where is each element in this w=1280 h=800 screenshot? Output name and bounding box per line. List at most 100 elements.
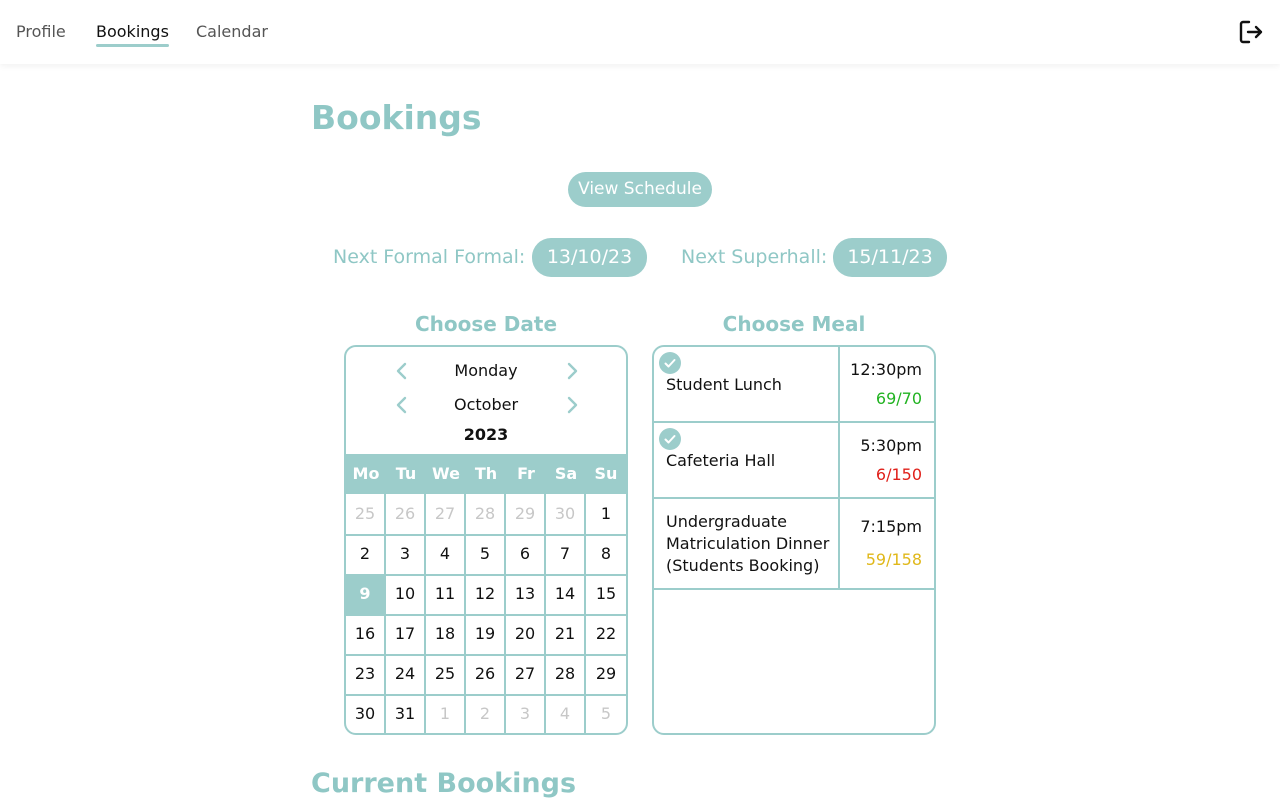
calendar-day[interactable]: 26 xyxy=(466,654,506,696)
calendar-day[interactable]: 30 xyxy=(546,494,586,536)
meal-time: 12:30pm xyxy=(850,360,922,379)
meal-capacity: 69/70 xyxy=(875,389,922,408)
tab-bookings[interactable]: Bookings xyxy=(96,21,169,47)
view-schedule-button[interactable]: View Schedule xyxy=(568,172,712,207)
meal-name: Undergraduate Matriculation Dinner (Stud… xyxy=(666,512,830,575)
calendar-day[interactable]: 29 xyxy=(506,494,546,536)
next-month-chevron-icon[interactable] xyxy=(559,392,585,418)
calendar-day[interactable]: 3 xyxy=(386,534,426,576)
calendar-weeks: 25 26 27 28 29 30 1 2 3 4 5 6 7 8 9 10 11 12 13 14 15 16 17 18 1… xyxy=(346,494,626,733)
calendar-day[interactable]: 18 xyxy=(426,614,466,656)
prev-month-chevron-icon[interactable] xyxy=(389,392,415,418)
meal-capacity: 6/150 xyxy=(875,465,922,484)
calendar-day[interactable]: 28 xyxy=(466,494,506,536)
meal-name-cell: Cafeteria Hall xyxy=(654,423,840,497)
tab-calendar[interactable]: Calendar xyxy=(196,21,268,43)
calendar-day-selected[interactable]: 9 xyxy=(346,574,386,616)
top-nav: Profile Bookings Calendar xyxy=(0,0,1280,64)
calendar-week-row: 25 26 27 28 29 30 1 xyxy=(346,494,626,536)
weekday-header: Mo xyxy=(352,464,380,483)
calendar-day[interactable]: 2 xyxy=(466,694,506,733)
calendar-day[interactable]: 20 xyxy=(506,614,546,656)
calendar-week-row: 30 31 1 2 3 4 5 xyxy=(346,694,626,733)
weekday-header: Tu xyxy=(395,464,417,483)
weekday-label: Monday xyxy=(454,361,518,380)
calendar-week-row: 23 24 25 26 27 28 29 xyxy=(346,654,626,696)
calendar-day[interactable]: 27 xyxy=(506,654,546,696)
calendar-day[interactable]: 15 xyxy=(586,574,626,616)
weekday-header: Th xyxy=(474,464,498,483)
page-title: Bookings xyxy=(311,98,482,137)
calendar-day[interactable]: 1 xyxy=(426,694,466,733)
logout-icon[interactable] xyxy=(1238,19,1264,45)
meal-name-cell: Student Lunch xyxy=(654,347,840,421)
calendar-day[interactable]: 3 xyxy=(506,694,546,733)
choose-meal-heading: Choose Meal xyxy=(722,312,866,336)
next-superhall-date-badge[interactable]: 15/11/23 xyxy=(833,238,947,277)
calendar-day[interactable]: 30 xyxy=(346,694,386,733)
calendar-day[interactable]: 6 xyxy=(506,534,546,576)
tab-profile[interactable]: Profile xyxy=(16,21,66,43)
weekday-header-row: Mo Tu We Th Fr Sa Su xyxy=(346,454,626,494)
next-formal-date-badge[interactable]: 13/10/23 xyxy=(532,238,647,277)
meal-name: Cafeteria Hall xyxy=(666,451,776,470)
next-formal-label: Next Formal Formal: xyxy=(333,246,526,268)
meal-name-cell: Undergraduate Matriculation Dinner (Stud… xyxy=(654,499,840,588)
calendar-day[interactable]: 24 xyxy=(386,654,426,696)
calendar-day[interactable]: 7 xyxy=(546,534,586,576)
calendar-day[interactable]: 2 xyxy=(346,534,386,576)
calendar-day[interactable]: 26 xyxy=(386,494,426,536)
date-picker: Monday October 2023 Mo Tu We Th Fr Sa Su… xyxy=(344,345,628,735)
weekday-header: Su xyxy=(594,464,618,483)
meal-capacity: 59/158 xyxy=(865,550,922,569)
meal-row-matriculation-dinner[interactable]: Undergraduate Matriculation Dinner (Stud… xyxy=(654,499,934,590)
calendar-day[interactable]: 19 xyxy=(466,614,506,656)
calendar-day[interactable]: 13 xyxy=(506,574,546,616)
calendar-day[interactable]: 22 xyxy=(586,614,626,656)
booked-check-icon xyxy=(659,352,681,374)
weekday-header: Fr xyxy=(517,464,535,483)
calendar-week-row: 16 17 18 19 20 21 22 xyxy=(346,614,626,656)
calendar-day[interactable]: 25 xyxy=(346,494,386,536)
calendar-day[interactable]: 27 xyxy=(426,494,466,536)
calendar-day[interactable]: 28 xyxy=(546,654,586,696)
calendar-day[interactable]: 25 xyxy=(426,654,466,696)
meal-time: 5:30pm xyxy=(860,436,922,455)
weekday-header: Sa xyxy=(554,464,578,483)
calendar-day[interactable]: 29 xyxy=(586,654,626,696)
choose-date-heading: Choose Date xyxy=(414,312,558,336)
booked-check-icon xyxy=(659,428,681,450)
meal-row-cafeteria-hall[interactable]: Cafeteria Hall 5:30pm 6/150 xyxy=(654,423,934,499)
calendar-week-row: 9 10 11 12 13 14 15 xyxy=(346,574,626,616)
calendar-day[interactable]: 5 xyxy=(586,694,626,733)
calendar-day[interactable]: 14 xyxy=(546,574,586,616)
calendar-day[interactable]: 21 xyxy=(546,614,586,656)
calendar-day[interactable]: 11 xyxy=(426,574,466,616)
next-superhall-label: Next Superhall: xyxy=(681,246,828,268)
month-nav: October xyxy=(346,392,626,418)
meal-name: Student Lunch xyxy=(666,375,782,394)
calendar-day[interactable]: 1 xyxy=(586,494,626,536)
calendar-day[interactable]: 12 xyxy=(466,574,506,616)
calendar-day[interactable]: 4 xyxy=(546,694,586,733)
meal-time: 7:15pm xyxy=(860,517,922,536)
prev-day-chevron-icon[interactable] xyxy=(389,358,415,384)
next-day-chevron-icon[interactable] xyxy=(559,358,585,384)
month-label: October xyxy=(453,395,519,414)
calendar-day[interactable]: 5 xyxy=(466,534,506,576)
calendar-week-row: 2345678 xyxy=(346,534,626,576)
calendar-grid: Mo Tu We Th Fr Sa Su 25 26 27 28 29 30 1 2 3 4 5 6 7… xyxy=(346,454,626,733)
calendar-day[interactable]: 16 xyxy=(346,614,386,656)
calendar-day[interactable]: 10 xyxy=(386,574,426,616)
current-bookings-heading: Current Bookings xyxy=(311,768,577,799)
weekday-header: We xyxy=(432,464,460,483)
weekday-nav: Monday xyxy=(346,358,626,384)
calendar-day[interactable]: 17 xyxy=(386,614,426,656)
year-label: 2023 xyxy=(463,425,509,444)
meal-list: Student Lunch 12:30pm 69/70 Cafeteria Ha… xyxy=(652,345,936,735)
meal-row-student-lunch[interactable]: Student Lunch 12:30pm 69/70 xyxy=(654,347,934,423)
calendar-day[interactable]: 23 xyxy=(346,654,386,696)
calendar-day[interactable]: 8 xyxy=(586,534,626,576)
calendar-day[interactable]: 31 xyxy=(386,694,426,733)
calendar-day[interactable]: 4 xyxy=(426,534,466,576)
